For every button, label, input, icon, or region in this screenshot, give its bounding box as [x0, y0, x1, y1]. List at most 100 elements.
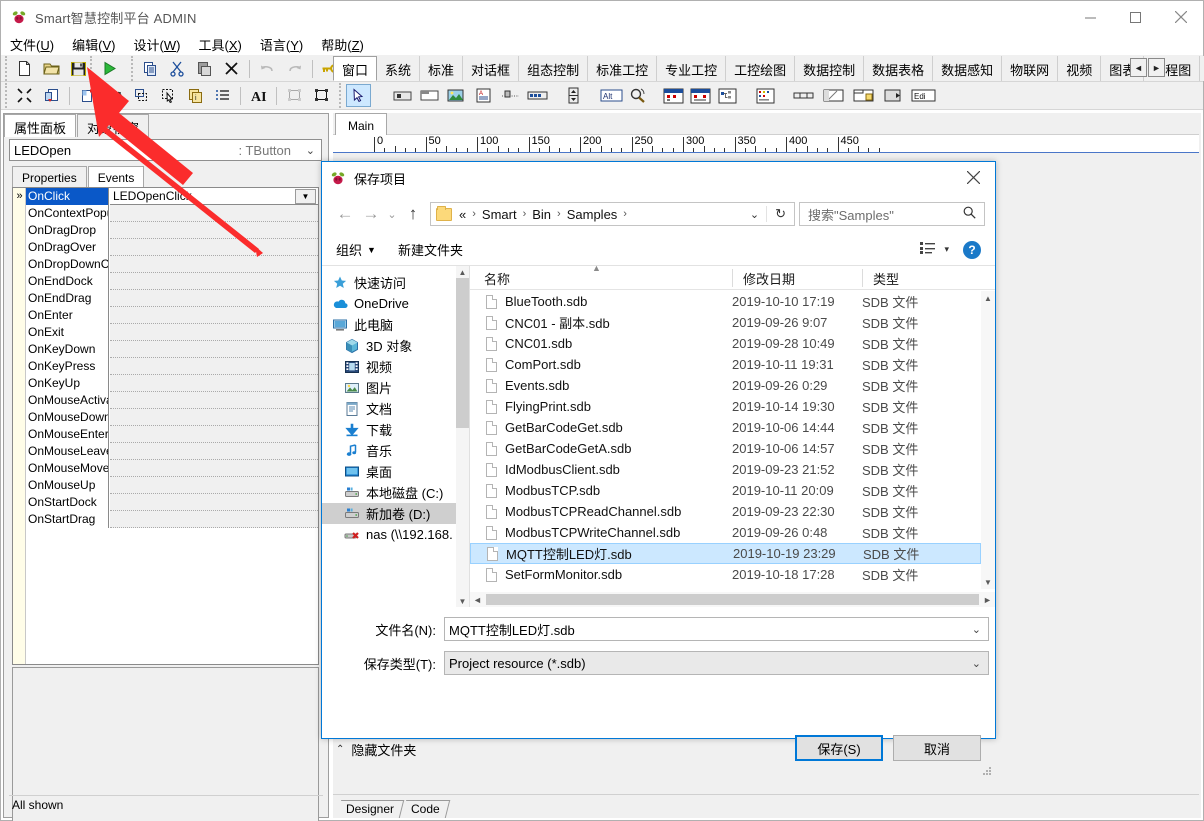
- event-handler-value[interactable]: [110, 392, 318, 409]
- object-selector-combo[interactable]: LEDOpen : TButton ⌄: [9, 139, 322, 161]
- cancel-button[interactable]: 取消: [893, 735, 981, 761]
- list-order-icon[interactable]: [210, 84, 235, 107]
- tab-object-view[interactable]: 对象视窗: [77, 114, 150, 137]
- new-file-icon[interactable]: [12, 57, 37, 80]
- tab-code[interactable]: Code: [401, 800, 450, 818]
- event-row[interactable]: OnStartDock: [13, 494, 318, 511]
- tab-properties[interactable]: Properties: [12, 166, 87, 187]
- forward-button[interactable]: →: [358, 201, 384, 227]
- import-icon[interactable]: [39, 84, 64, 107]
- file-list-vertical-scrollbar[interactable]: ▲ ▼: [981, 291, 995, 589]
- event-handler-value[interactable]: [110, 426, 318, 443]
- copy-icon[interactable]: [138, 57, 163, 80]
- scroll-left-icon[interactable]: ◄: [470, 592, 485, 607]
- chevron-down-icon[interactable]: ⌄: [972, 657, 988, 670]
- event-row[interactable]: OnMouseUp: [13, 477, 318, 494]
- event-handler-value[interactable]: [110, 324, 318, 341]
- undo-icon[interactable]: [255, 57, 280, 80]
- file-row[interactable]: IdModbusClient.sdb 2019-09-23 21:52 SDB 文件: [470, 459, 981, 480]
- event-row[interactable]: OnDropDownClic: [13, 256, 318, 273]
- back-button[interactable]: ←: [332, 201, 358, 227]
- address-bar[interactable]: « › Smart › Bin › Samples › ⌄ ↻: [430, 202, 795, 226]
- breadcrumb-samples[interactable]: Samples: [565, 207, 620, 222]
- event-handler-value[interactable]: [110, 494, 318, 511]
- image-icon[interactable]: [444, 84, 469, 107]
- palette-scroll-right-button[interactable]: ►: [1148, 58, 1165, 77]
- event-row[interactable]: OnDragOver: [13, 239, 318, 256]
- events-grid[interactable]: »OnClickLEDOpenClick▼OnContextPopupOnDra…: [12, 187, 319, 665]
- nav-pane-item[interactable]: 音乐: [322, 440, 469, 461]
- horizontal-scrollbar-thumb[interactable]: [486, 594, 979, 605]
- delete-icon[interactable]: [219, 57, 244, 80]
- progressbar-icon[interactable]: [525, 84, 550, 107]
- close-button[interactable]: [1158, 1, 1203, 33]
- file-row[interactable]: ModbusTCPReadChannel.sdb 2019-09-23 22:30…: [470, 501, 981, 522]
- file-row[interactable]: Events.sdb 2019-09-26 0:29 SDB 文件: [470, 375, 981, 396]
- palette-tab-standard[interactable]: 标准: [420, 56, 464, 81]
- scroll-down-icon[interactable]: ▼: [456, 595, 469, 607]
- event-dropdown-button[interactable]: ▼: [295, 189, 316, 204]
- scroll-down-icon[interactable]: ▼: [981, 575, 995, 589]
- refresh-icon[interactable]: ↻: [766, 206, 794, 222]
- event-row[interactable]: OnMouseMove: [13, 460, 318, 477]
- event-row[interactable]: OnEnter: [13, 307, 318, 324]
- event-handler-value[interactable]: LEDOpenClick ▼: [110, 188, 318, 205]
- font-icon[interactable]: AI: [246, 84, 271, 107]
- file-row[interactable]: FlyingPrint.sdb 2019-10-14 19:30 SDB 文件: [470, 396, 981, 417]
- palette-tab-data-control[interactable]: 数据控制: [795, 56, 865, 81]
- column-header-name[interactable]: 名称: [484, 269, 510, 288]
- tab-designer[interactable]: Designer: [336, 800, 405, 818]
- event-handler-value[interactable]: [110, 443, 318, 460]
- nav-pane-item[interactable]: 下载: [322, 419, 469, 440]
- breadcrumb-smart[interactable]: Smart: [480, 207, 519, 222]
- magnifier-icon[interactable]: [963, 206, 984, 222]
- palette-tab-industrial-draw[interactable]: 工控绘图: [726, 56, 796, 81]
- filetype-select[interactable]: Project resource (*.sdb) ⌄: [444, 651, 989, 675]
- event-row[interactable]: OnMouseLeave: [13, 443, 318, 460]
- palette-tab-pro-industrial[interactable]: 专业工控: [657, 56, 727, 81]
- file-row[interactable]: SetFormMonitor.sdb 2019-10-18 17:28 SDB 文件: [470, 564, 981, 585]
- palette-tab-video[interactable]: 视频: [1058, 56, 1102, 81]
- listview-icon[interactable]: [753, 84, 778, 107]
- palette-tab-system[interactable]: 系统: [377, 56, 421, 81]
- file-row[interactable]: GetBarCodeGet.sdb 2019-10-06 14:44 SDB 文件: [470, 417, 981, 438]
- event-handler-value[interactable]: [110, 290, 318, 307]
- nav-pane-item[interactable]: 桌面: [322, 461, 469, 482]
- palette-tab-config-control[interactable]: 组态控制: [519, 56, 589, 81]
- maximize-button[interactable]: [1113, 1, 1158, 33]
- align-width-icon[interactable]: [102, 84, 127, 107]
- nav-pane-item[interactable]: 3D 对象: [322, 335, 469, 356]
- event-handler-value[interactable]: [110, 273, 318, 290]
- nav-pane-item[interactable]: 快速访问: [322, 272, 469, 293]
- up-one-level-button[interactable]: ↑: [400, 201, 426, 227]
- chevron-down-icon[interactable]: ⌄: [972, 623, 988, 636]
- groupbox-icon[interactable]: [417, 84, 442, 107]
- event-handler-value[interactable]: [110, 511, 318, 528]
- nav-pane-item[interactable]: 视频: [322, 356, 469, 377]
- file-row[interactable]: CNC01.sdb 2019-09-28 10:49 SDB 文件: [470, 333, 981, 354]
- month-calendar-icon[interactable]: [688, 84, 713, 107]
- event-handler-value[interactable]: [110, 222, 318, 239]
- statusbar-icon[interactable]: [791, 84, 816, 107]
- search-input[interactable]: 搜索"Samples": [799, 202, 985, 226]
- event-row[interactable]: OnEndDock: [13, 273, 318, 290]
- event-handler-value[interactable]: [110, 256, 318, 273]
- palette-tab-window[interactable]: 窗口: [333, 56, 378, 81]
- redo-icon[interactable]: [282, 57, 307, 80]
- zoom-icon[interactable]: [626, 84, 651, 107]
- file-row[interactable]: BlueTooth.sdb 2019-10-10 17:19 SDB 文件: [470, 291, 981, 312]
- nav-pane-item[interactable]: 此电脑: [322, 314, 469, 335]
- nav-scrollbar-thumb[interactable]: [456, 278, 469, 428]
- open-folder-icon[interactable]: [39, 57, 64, 80]
- group-icon[interactable]: [282, 84, 307, 107]
- pointer-tool-icon[interactable]: [346, 84, 371, 107]
- file-row[interactable]: MQTT控制LED灯.sdb 2019-10-19 23:29 SDB 文件: [470, 543, 981, 564]
- scroll-up-icon[interactable]: ▲: [981, 291, 995, 305]
- palette-tab-data-grid[interactable]: 数据表格: [864, 56, 934, 81]
- select-area-icon[interactable]: [129, 84, 154, 107]
- filename-input[interactable]: MQTT控制LED灯.sdb ⌄: [444, 617, 989, 641]
- file-row[interactable]: ComPort.sdb 2019-10-11 19:31 SDB 文件: [470, 354, 981, 375]
- event-handler-value[interactable]: [110, 341, 318, 358]
- save-icon[interactable]: [66, 57, 91, 80]
- document-tab-main[interactable]: Main: [335, 113, 388, 135]
